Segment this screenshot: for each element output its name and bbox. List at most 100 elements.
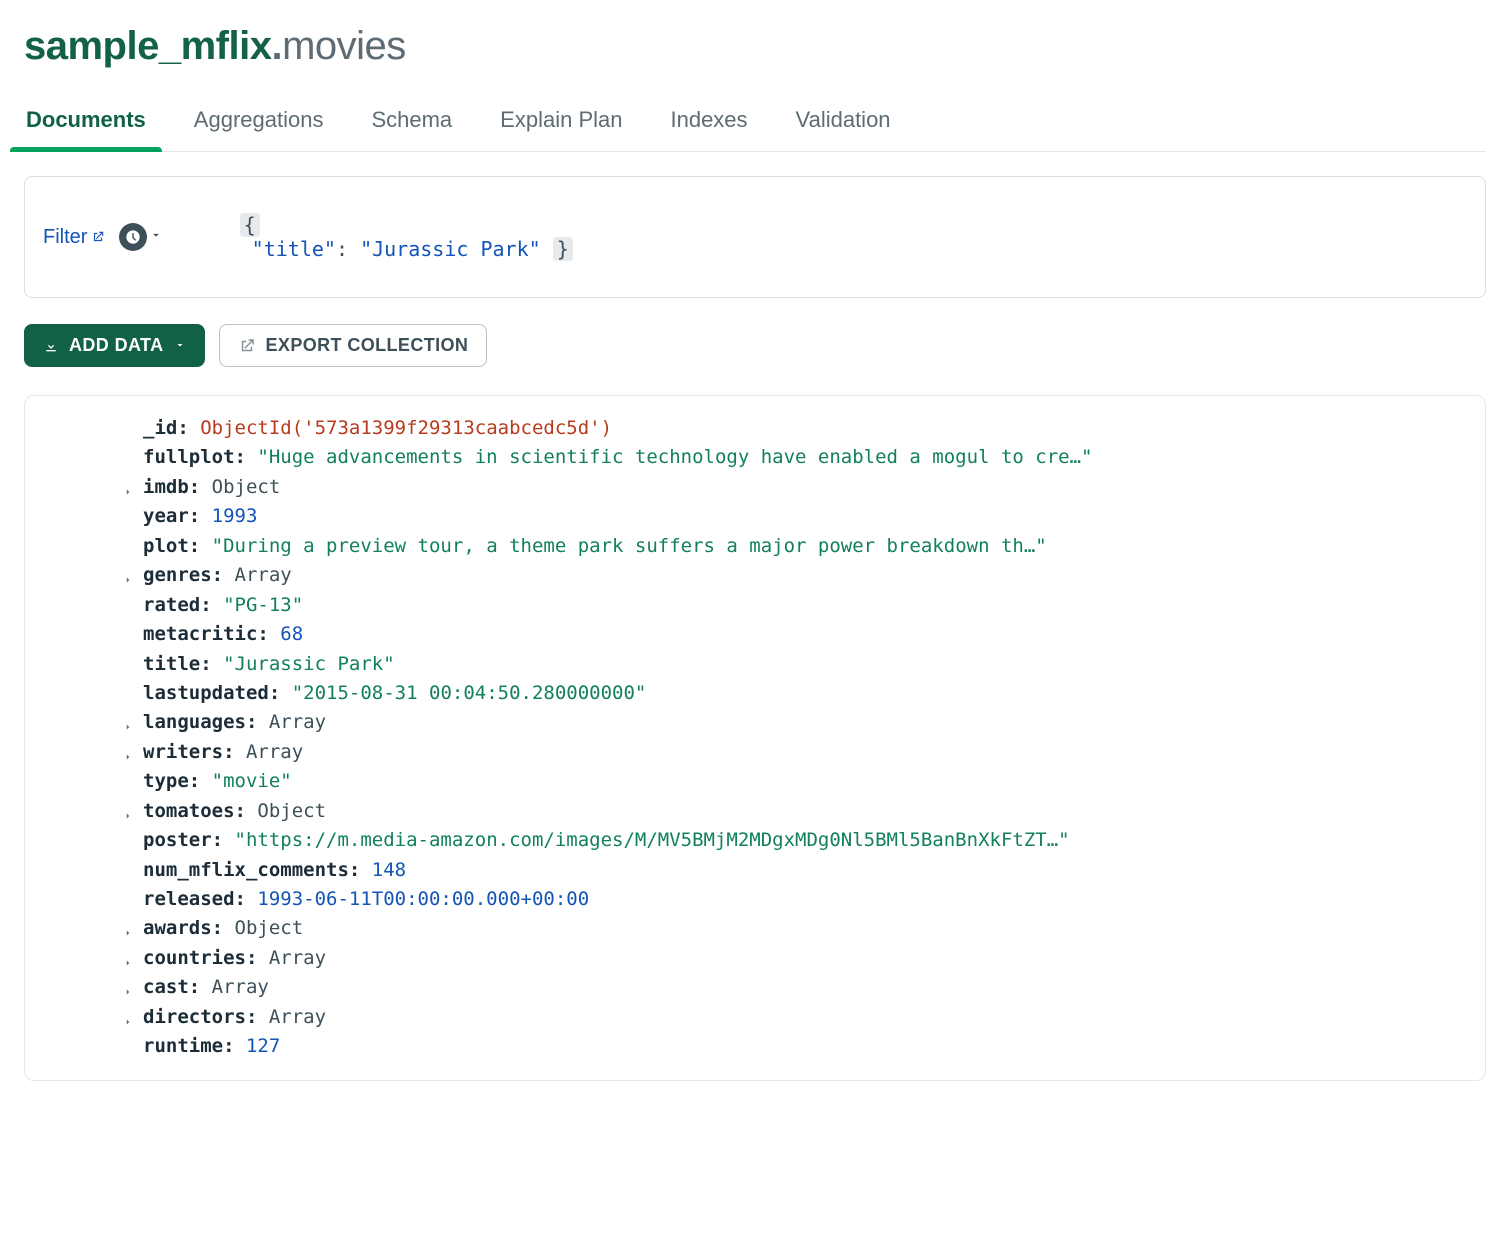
field-value: 127 bbox=[246, 1035, 280, 1057]
document-field-row: languages: Array bbox=[45, 708, 1465, 737]
field-key: plot bbox=[143, 535, 189, 557]
document-field-row: plot: "During a preview tour, a theme pa… bbox=[45, 532, 1465, 561]
field-key: released bbox=[143, 888, 235, 910]
expand-caret-icon[interactable] bbox=[123, 801, 137, 815]
field-value: 1993 bbox=[212, 505, 258, 527]
document-field-row: title: "Jurassic Park" bbox=[45, 650, 1465, 679]
field-value: "https://m.media-amazon.com/images/M/MV5… bbox=[235, 829, 1070, 851]
filter-query-input[interactable]: { "title": "Jurassic Park" } bbox=[191, 189, 572, 285]
field-value: ObjectId('573a1399f29313caabcedc5d') bbox=[200, 417, 612, 439]
colon: : bbox=[189, 770, 212, 792]
namespace-dot: . bbox=[271, 24, 282, 68]
query-key: "title" bbox=[252, 237, 336, 261]
expand-caret-icon[interactable] bbox=[123, 742, 137, 756]
field-value: "During a preview tour, a theme park suf… bbox=[212, 535, 1047, 557]
field-key: num_mflix_comments bbox=[143, 859, 349, 881]
document-field-row: runtime: 127 bbox=[45, 1032, 1465, 1061]
query-value: "Jurassic Park" bbox=[360, 237, 541, 261]
field-value: Array bbox=[269, 947, 326, 969]
field-key: rated bbox=[143, 594, 200, 616]
expand-caret-icon[interactable] bbox=[123, 977, 137, 991]
field-value: "2015-08-31 00:04:50.280000000" bbox=[292, 682, 647, 704]
field-key: _id bbox=[143, 417, 177, 439]
colon: : bbox=[246, 1006, 269, 1028]
add-data-label: ADD DATA bbox=[69, 335, 164, 356]
expand-caret-icon[interactable] bbox=[123, 712, 137, 726]
field-key: metacritic bbox=[143, 623, 257, 645]
query-history-button[interactable] bbox=[119, 223, 163, 251]
document-field-row: fullplot: "Huge advancements in scientif… bbox=[45, 443, 1465, 472]
colon: : bbox=[189, 535, 212, 557]
expand-caret-icon[interactable] bbox=[123, 477, 137, 491]
colon: : bbox=[349, 859, 372, 881]
field-value: Object bbox=[257, 800, 326, 822]
document-field-row: _id: ObjectId('573a1399f29313caabcedc5d'… bbox=[45, 414, 1465, 443]
document-field-row: countries: Array bbox=[45, 944, 1465, 973]
document-field-row: num_mflix_comments: 148 bbox=[45, 856, 1465, 885]
download-icon bbox=[43, 338, 59, 354]
colon: : bbox=[235, 800, 258, 822]
document-field-row: writers: Array bbox=[45, 738, 1465, 767]
document-field-row: type: "movie" bbox=[45, 767, 1465, 796]
expand-caret-icon[interactable] bbox=[123, 565, 137, 579]
field-key: tomatoes bbox=[143, 800, 235, 822]
actions-row: ADD DATA EXPORT COLLECTION bbox=[24, 324, 1486, 367]
filter-link-label: Filter bbox=[43, 226, 87, 249]
field-key: countries bbox=[143, 947, 246, 969]
field-value: Array bbox=[269, 1006, 326, 1028]
field-value: 1993-06-11T00:00:00.000+00:00 bbox=[257, 888, 589, 910]
colon: : bbox=[223, 1035, 246, 1057]
field-key: lastupdated bbox=[143, 682, 269, 704]
export-collection-label: EXPORT COLLECTION bbox=[266, 335, 469, 356]
tab-validation[interactable]: Validation bbox=[794, 97, 893, 151]
tab-schema[interactable]: Schema bbox=[369, 97, 454, 151]
field-key: runtime bbox=[143, 1035, 223, 1057]
colon: : bbox=[212, 917, 235, 939]
brace-open: { bbox=[240, 213, 260, 237]
field-key: cast bbox=[143, 976, 189, 998]
field-value: Array bbox=[246, 741, 303, 763]
collection-name: movies bbox=[282, 24, 406, 68]
document-field-row: year: 1993 bbox=[45, 502, 1465, 531]
add-data-button[interactable]: ADD DATA bbox=[24, 324, 205, 367]
field-key: fullplot bbox=[143, 446, 235, 468]
colon: : bbox=[235, 446, 258, 468]
document-field-row: tomatoes: Object bbox=[45, 797, 1465, 826]
field-key: directors bbox=[143, 1006, 246, 1028]
colon: : bbox=[189, 505, 212, 527]
document-field-row: rated: "PG-13" bbox=[45, 591, 1465, 620]
field-key: poster bbox=[143, 829, 212, 851]
tab-explain-plan[interactable]: Explain Plan bbox=[498, 97, 624, 151]
field-key: genres bbox=[143, 564, 212, 586]
expand-caret-icon[interactable] bbox=[123, 918, 137, 932]
tab-indexes[interactable]: Indexes bbox=[668, 97, 749, 151]
colon: : bbox=[177, 417, 200, 439]
tabs-bar: Documents Aggregations Schema Explain Pl… bbox=[24, 97, 1486, 152]
field-key: title bbox=[143, 653, 200, 675]
colon: : bbox=[212, 564, 235, 586]
field-value: Object bbox=[212, 476, 281, 498]
tab-documents[interactable]: Documents bbox=[24, 97, 148, 151]
tab-aggregations[interactable]: Aggregations bbox=[192, 97, 326, 151]
caret-down-icon bbox=[174, 335, 186, 356]
export-collection-button[interactable]: EXPORT COLLECTION bbox=[219, 324, 488, 367]
expand-caret-icon[interactable] bbox=[123, 1007, 137, 1021]
colon: : bbox=[200, 594, 223, 616]
colon: : bbox=[212, 829, 235, 851]
colon: : bbox=[246, 711, 269, 733]
colon: : bbox=[269, 682, 292, 704]
field-key: imdb bbox=[143, 476, 189, 498]
field-key: writers bbox=[143, 741, 223, 763]
field-value: 68 bbox=[280, 623, 303, 645]
field-value: Array bbox=[269, 711, 326, 733]
filter-link[interactable]: Filter bbox=[43, 226, 105, 249]
colon: : bbox=[200, 653, 223, 675]
colon: : bbox=[223, 741, 246, 763]
document-field-row: lastupdated: "2015-08-31 00:04:50.280000… bbox=[45, 679, 1465, 708]
document-field-row: awards: Object bbox=[45, 914, 1465, 943]
document-field-row: cast: Array bbox=[45, 973, 1465, 1002]
field-value: Array bbox=[212, 976, 269, 998]
expand-caret-icon[interactable] bbox=[123, 948, 137, 962]
database-name: sample_mflix bbox=[24, 24, 271, 68]
field-value: Object bbox=[235, 917, 304, 939]
